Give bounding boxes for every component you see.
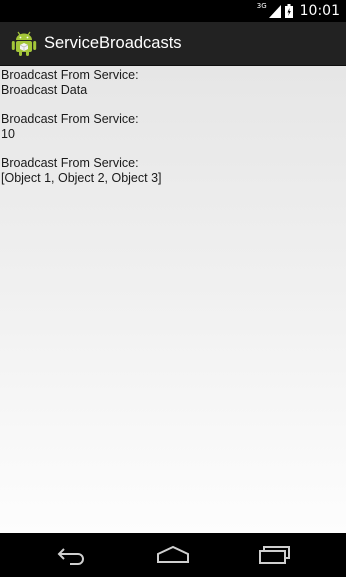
action-bar: ServiceBroadcasts xyxy=(0,22,346,66)
broadcast-label: Broadcast From Service: xyxy=(1,68,139,82)
signal-icon xyxy=(268,4,281,18)
status-icons: 3G 10:01 xyxy=(257,0,340,22)
broadcast-value: Broadcast Data xyxy=(1,83,88,97)
status-bar: 3G 10:01 xyxy=(0,0,346,22)
broadcast-list: Broadcast From Service: Broadcast Data B… xyxy=(0,66,346,533)
network-type-label: 3G xyxy=(256,1,267,10)
navigation-bar xyxy=(0,533,346,577)
recent-apps-button[interactable] xyxy=(245,533,305,577)
android-icon xyxy=(10,30,38,58)
broadcast-message: Broadcast From Service: 10 xyxy=(1,112,346,142)
broadcast-value: [Object 1, Object 2, Object 3] xyxy=(1,171,162,185)
broadcast-label: Broadcast From Service: xyxy=(1,156,139,170)
back-button[interactable] xyxy=(42,533,102,577)
battery-icon xyxy=(284,4,293,18)
back-icon xyxy=(56,545,88,565)
home-button[interactable] xyxy=(143,533,203,577)
clock: 10:01 xyxy=(299,3,340,19)
broadcast-value: 10 xyxy=(1,127,15,141)
home-icon xyxy=(156,545,190,565)
broadcast-message: Broadcast From Service: Broadcast Data xyxy=(1,68,346,98)
broadcast-message: Broadcast From Service: [Object 1, Objec… xyxy=(1,156,346,186)
screen: 3G 10:01 ServiceBroadcasts Broadcast Fro… xyxy=(0,0,346,577)
app-title: ServiceBroadcasts xyxy=(44,34,182,52)
broadcast-label: Broadcast From Service: xyxy=(1,112,139,126)
recent-apps-icon xyxy=(258,545,292,565)
